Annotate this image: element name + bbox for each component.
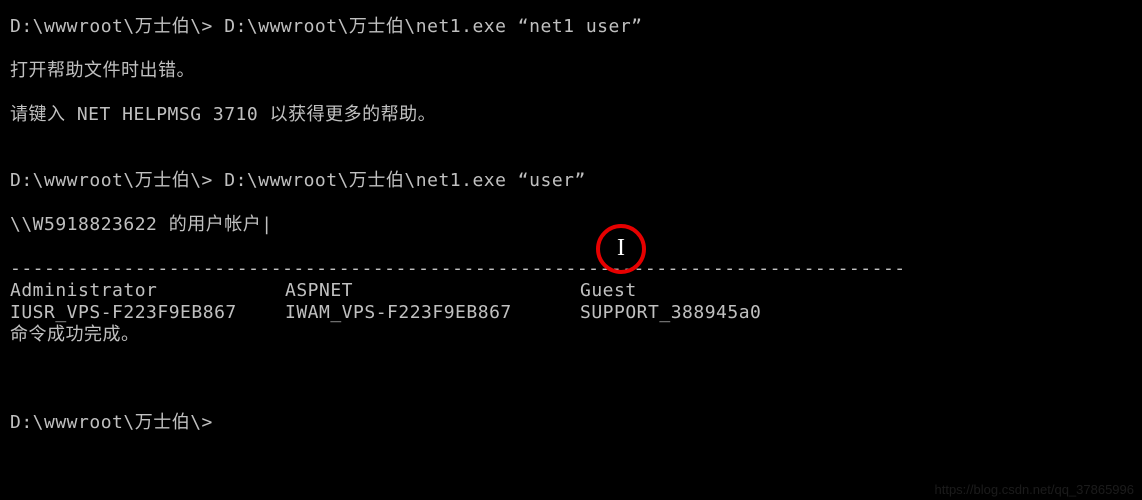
text-cursor: | [261,216,272,234]
user-list-row: AdministratorASPNETGuest [10,282,1132,304]
user-cell: SUPPORT_388945a0 [580,304,1132,326]
command-2: D:\wwwroot\万士伯\net1.exe “user” [213,170,586,191]
user-cell: Administrator [10,282,285,304]
success-message: 命令成功完成。 [10,326,1132,348]
user-cell: Guest [580,282,1132,304]
separator-line: ----------------------------------------… [10,260,1132,282]
user-cell: ASPNET [285,282,580,304]
watermark-text: https://blog.csdn.net/qq_37865996 [935,483,1135,496]
command-line-2: D:\wwwroot\万士伯\> D:\wwwroot\万士伯\net1.exe… [10,172,1132,194]
prompt-1: D:\wwwroot\万士伯\> [10,16,213,37]
user-list-row: IUSR_VPS-F223F9EB867IWAM_VPS-F223F9EB867… [10,304,1132,326]
command-line-1: D:\wwwroot\万士伯\> D:\wwwroot\万士伯\net1.exe… [10,18,1132,40]
prompt-2: D:\wwwroot\万士伯\> [10,170,213,191]
user-accounts-header: \\W5918823622 的用户帐户| [10,216,1132,238]
user-cell: IUSR_VPS-F223F9EB867 [10,304,285,326]
final-prompt[interactable]: D:\wwwroot\万士伯\> [10,414,1132,436]
error-message: 打开帮助文件时出错。 [10,62,1132,84]
help-message: 请键入 NET HELPMSG 3710 以获得更多的帮助。 [10,106,1132,128]
user-cell: IWAM_VPS-F223F9EB867 [285,304,580,326]
terminal-output[interactable]: D:\wwwroot\万士伯\> D:\wwwroot\万士伯\net1.exe… [10,8,1132,436]
command-1: D:\wwwroot\万士伯\net1.exe “net1 user” [213,16,643,37]
